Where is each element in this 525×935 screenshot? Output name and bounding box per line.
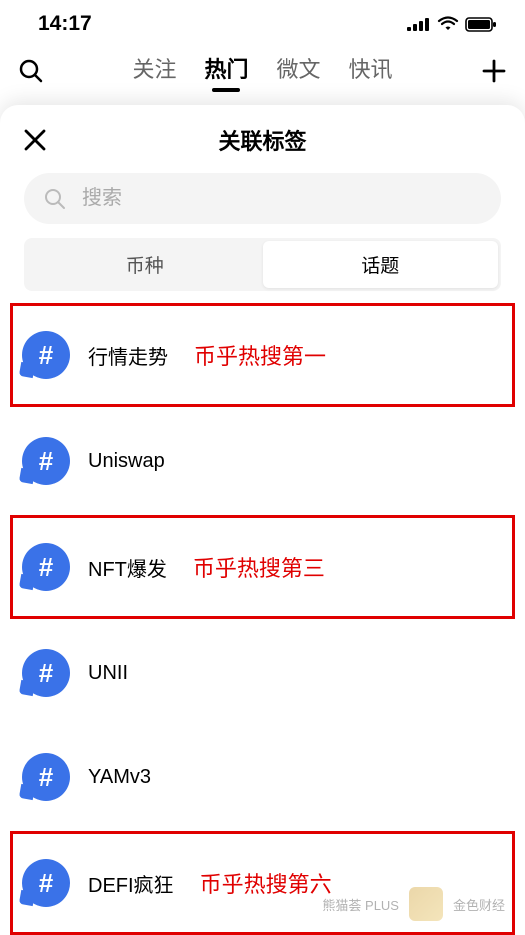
top-nav-tabs: 关注 热门 微文 快讯 — [56, 52, 469, 90]
topic-label: UNII — [88, 662, 128, 685]
watermark-text-2: 金色财经 — [453, 895, 505, 914]
hash-icon: # — [22, 437, 70, 485]
topic-label: YAMv3 — [88, 766, 151, 789]
topic-label: 行情走势 — [88, 341, 168, 370]
hash-icon: # — [22, 859, 70, 907]
watermark-logo-icon — [409, 887, 443, 921]
wifi-icon — [437, 16, 459, 32]
annotation: 币乎热搜第六 — [200, 867, 332, 899]
tab-micro[interactable]: 微文 — [277, 52, 321, 90]
tab-follow[interactable]: 关注 — [132, 52, 176, 90]
tab-hot[interactable]: 热门 — [204, 52, 248, 90]
hash-icon: # — [22, 649, 70, 697]
tab-news[interactable]: 快讯 — [349, 52, 393, 90]
sheet-header: 关联标签 — [0, 105, 525, 169]
bottom-sheet: 关联标签 币种 话题 # 行情走势 币乎热搜第一 # Uniswap # NFT… — [0, 105, 525, 935]
add-icon[interactable] — [481, 58, 507, 84]
topic-item-2[interactable]: # NFT爆发 币乎热搜第三 — [10, 515, 515, 619]
segment-topic[interactable]: 话题 — [263, 241, 499, 288]
hash-icon: # — [22, 543, 70, 591]
search-box[interactable] — [24, 173, 501, 224]
topic-item-1[interactable]: # Uniswap — [10, 409, 515, 513]
topic-label: NFT爆发 — [88, 553, 167, 582]
close-icon[interactable] — [24, 129, 46, 151]
watermark-text-1: 熊猫荟 PLUS — [322, 895, 399, 914]
status-time: 14:17 — [38, 12, 92, 36]
sheet-title: 关联标签 — [218, 124, 306, 156]
status-icons — [407, 16, 497, 32]
topic-label: DEFI疯狂 — [88, 869, 174, 898]
hash-icon: # — [22, 331, 70, 379]
search-icon[interactable] — [18, 58, 44, 84]
search-input[interactable] — [82, 187, 481, 210]
top-nav: 关注 热门 微文 快讯 — [0, 44, 525, 100]
battery-icon — [465, 17, 497, 32]
topic-item-3[interactable]: # UNII — [10, 621, 515, 725]
topic-item-0[interactable]: # 行情走势 币乎热搜第一 — [10, 303, 515, 407]
annotation: 币乎热搜第一 — [194, 339, 326, 371]
annotation: 币乎热搜第三 — [193, 551, 325, 583]
segment-coin[interactable]: 币种 — [27, 241, 263, 288]
topic-label: Uniswap — [88, 450, 165, 473]
watermark: 熊猫荟 PLUS 金色财经 — [322, 887, 505, 921]
topic-item-4[interactable]: # YAMv3 — [10, 725, 515, 829]
signal-icon — [407, 17, 431, 31]
search-field-icon — [44, 188, 66, 210]
status-bar: 14:17 — [0, 0, 525, 44]
segment-control: 币种 话题 — [24, 238, 501, 291]
topic-list: # 行情走势 币乎热搜第一 # Uniswap # NFT爆发 币乎热搜第三 #… — [0, 303, 525, 935]
hash-icon: # — [22, 753, 70, 801]
